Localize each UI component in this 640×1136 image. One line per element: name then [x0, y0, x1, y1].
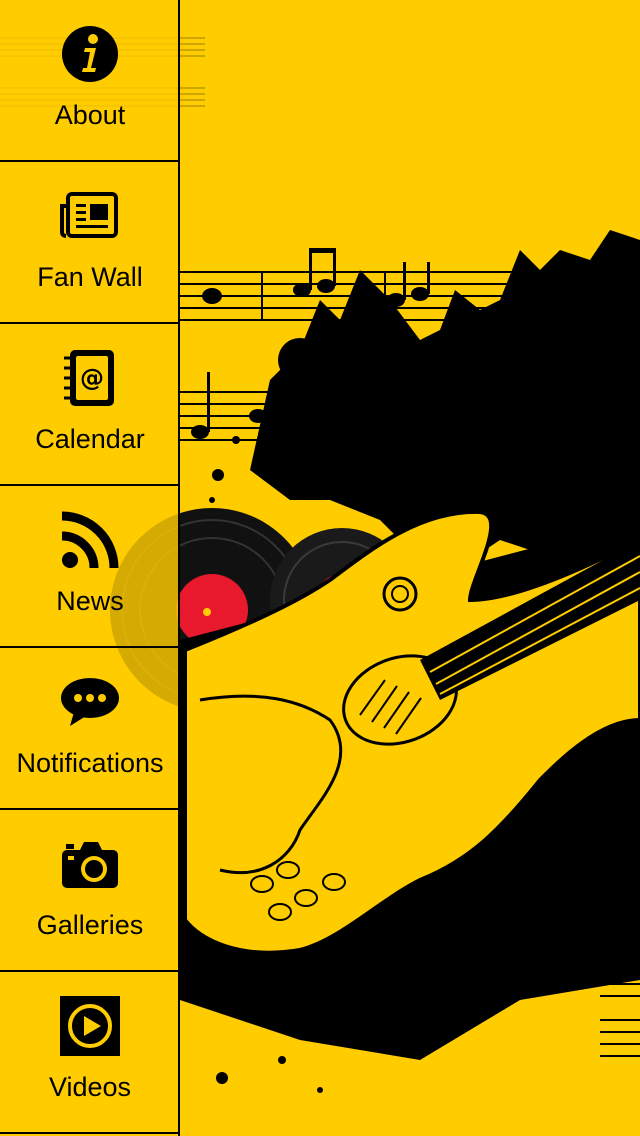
- sidebar-menu: About Fan Wall @ Calendar News Notificat…: [0, 0, 180, 1136]
- sidebar-item-label: Videos: [48, 1072, 132, 1102]
- sidebar-item-calendar[interactable]: @ Calendar: [0, 324, 180, 486]
- sidebar-item-label: Notifications: [16, 748, 164, 778]
- info-icon: [58, 22, 122, 86]
- chat-bubble-icon: [58, 670, 122, 734]
- sidebar-item-galleries[interactable]: Galleries: [0, 810, 180, 972]
- sidebar-item-videos[interactable]: Videos: [0, 972, 180, 1134]
- svg-text:@: @: [80, 364, 104, 392]
- sidebar-item-label: News: [56, 586, 124, 616]
- sidebar-item-label: About: [54, 100, 126, 130]
- newspaper-icon: [58, 184, 122, 248]
- rss-icon: [58, 508, 122, 572]
- play-icon: [58, 994, 122, 1058]
- sidebar-item-label: Calendar: [35, 424, 145, 454]
- sidebar-item-news[interactable]: News: [0, 486, 180, 648]
- sidebar-item-fan-wall[interactable]: Fan Wall: [0, 162, 180, 324]
- sidebar-item-label: Fan Wall: [37, 262, 143, 292]
- sidebar-item-notifications[interactable]: Notifications: [0, 648, 180, 810]
- camera-icon: [58, 832, 122, 896]
- sidebar-item-label: Galleries: [36, 910, 144, 940]
- address-book-icon: @: [58, 346, 122, 410]
- sidebar-item-about[interactable]: About: [0, 0, 180, 162]
